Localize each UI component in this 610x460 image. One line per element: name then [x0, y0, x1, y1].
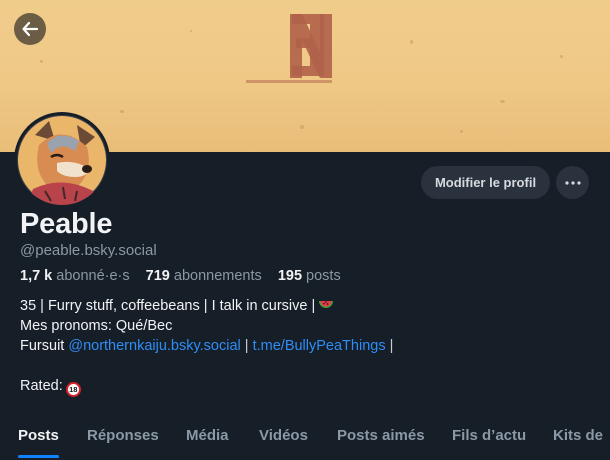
followers-label: abonné·e·s [56, 268, 130, 284]
rated-label: Rated: [20, 378, 63, 394]
bio-trailing-separator: | [385, 338, 394, 354]
banner-speck [300, 125, 304, 129]
profile-bio: 35 | Furry stuff, coffeebeans | I talk i… [20, 296, 393, 397]
back-button[interactable] [14, 13, 46, 45]
tab-liked-posts[interactable]: Posts aimés [337, 427, 425, 444]
fursuit-mention-link[interactable]: @northernkaiju.bsky.social [68, 338, 240, 354]
tab-feeds[interactable]: Fils d’actu [452, 427, 526, 444]
tab-posts[interactable]: Posts [18, 427, 59, 444]
more-options-button[interactable] [556, 166, 589, 199]
following-label: abonnements [173, 268, 262, 284]
profile-stats: 1,7 k abonné·e·s 719 abonnements 195 pos… [20, 268, 349, 284]
banner-speck [560, 55, 563, 58]
posts-count: 195 [277, 268, 303, 284]
banner-speck [500, 100, 505, 103]
posts-stat: 195 posts [278, 268, 345, 284]
tab-videos[interactable]: Vidéos [259, 427, 308, 444]
followers-link[interactable]: 1,7 k abonné·e·s [20, 268, 134, 284]
bio-line-2: Mes pronoms: Qué/Bec [20, 318, 173, 334]
bio-line-4: Rated: 18 [20, 376, 393, 397]
no-under-18-icon: 18 [65, 382, 81, 397]
banner-stamp-art [246, 14, 332, 83]
tab-replies[interactable]: Réponses [87, 427, 159, 444]
following-link[interactable]: 719 abonnements [146, 268, 266, 284]
banner-speck [410, 40, 413, 44]
banner-speck [190, 30, 192, 32]
followers-count: 1,7 k [20, 268, 53, 284]
edit-profile-button[interactable]: Modifier le profil [421, 166, 550, 199]
posts-label: posts [306, 268, 341, 284]
bio-line-3: Fursuit @northernkaiju.bsky.social | t.m… [20, 336, 393, 356]
profile-tabs: Posts Réponses Média Vidéos Posts aimés … [0, 418, 610, 460]
following-count: 719 [145, 268, 170, 284]
banner-speck [120, 110, 124, 113]
ellipsis-icon [564, 180, 581, 185]
bio-line-blank [20, 356, 393, 376]
tab-media[interactable]: Média [186, 427, 229, 444]
bio-fursuit-prefix: Fursuit [20, 338, 69, 354]
display-name: Peable [20, 208, 113, 240]
avatar[interactable] [14, 112, 110, 208]
handle: @peable.bsky.social [20, 242, 157, 259]
tab-starter-packs[interactable]: Kits de [553, 427, 603, 444]
bio-line-1: 35 | Furry stuff, coffeebeans | I talk i… [20, 296, 393, 316]
avatar-image [17, 115, 107, 205]
bio-separator: | [240, 338, 253, 354]
active-tab-indicator [18, 455, 59, 458]
arrow-left-icon [22, 21, 39, 37]
watermelon-icon [319, 301, 334, 308]
telegram-link[interactable]: t.me/BullyPeaThings [253, 338, 386, 354]
banner-speck [40, 60, 43, 63]
bio-line-1-text: 35 | Furry stuff, coffeebeans | I talk i… [20, 298, 316, 314]
banner-speck [460, 130, 463, 133]
